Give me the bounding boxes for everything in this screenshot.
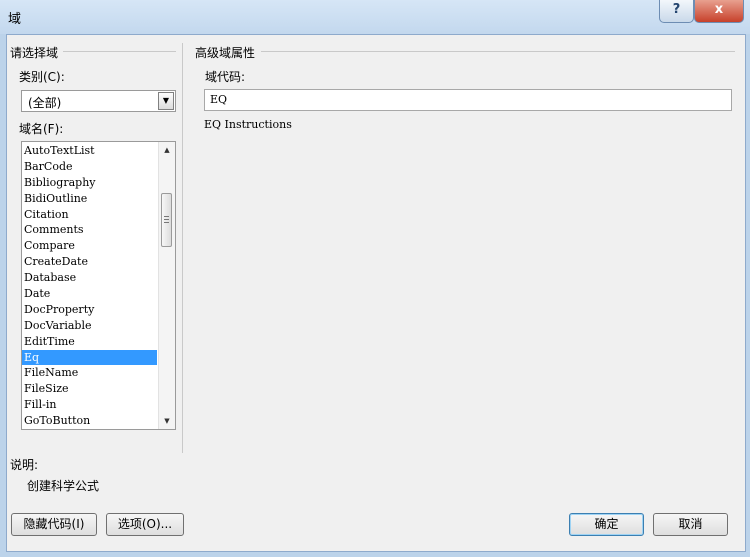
category-select[interactable]: (全部) ▼ bbox=[21, 90, 176, 112]
field-names-items: AutoTextList BarCode Bibliography BidiOutli… bbox=[22, 143, 157, 429]
options-button[interactable]: 选项(O)... bbox=[106, 513, 184, 536]
field-list-item[interactable]: CreateDate bbox=[22, 254, 157, 270]
field-list-item[interactable]: Citation bbox=[22, 207, 157, 223]
help-icon: ? bbox=[672, 2, 681, 17]
field-list-item[interactable]: Date bbox=[22, 286, 157, 302]
panel-divider bbox=[182, 43, 183, 453]
field-code-label: 域代码: bbox=[205, 70, 246, 84]
grip-line bbox=[164, 222, 169, 223]
field-list-item[interactable]: DocVariable bbox=[22, 318, 157, 334]
field-list-item[interactable]: EditTime bbox=[22, 334, 157, 350]
dialog-body: 请选择域 类别(C): (全部) ▼ 域名(F): AutoTextList Ba… bbox=[6, 34, 746, 552]
field-list-item[interactable]: BarCode bbox=[22, 159, 157, 175]
grip-line bbox=[164, 219, 169, 220]
title-bar: 域 ? x bbox=[0, 0, 750, 34]
close-button[interactable]: x bbox=[694, 0, 744, 23]
instructions-text: EQ Instructions bbox=[204, 118, 292, 131]
window-title: 域 bbox=[8, 12, 22, 27]
help-button[interactable]: ? bbox=[659, 0, 694, 23]
scroll-down-icon[interactable]: ▼ bbox=[159, 413, 175, 429]
field-list-item[interactable]: Database bbox=[22, 270, 157, 286]
field-list-item[interactable]: Eq bbox=[22, 349, 157, 366]
field-names-label: 域名(F): bbox=[19, 122, 64, 136]
field-list-scrollbar[interactable]: ▲ ▼ bbox=[158, 142, 175, 429]
right-group-line bbox=[261, 51, 735, 52]
cancel-button[interactable]: 取消 bbox=[653, 513, 728, 536]
scroll-up-icon[interactable]: ▲ bbox=[159, 142, 175, 158]
scroll-thumb[interactable] bbox=[161, 193, 172, 247]
category-dropdown-button[interactable]: ▼ bbox=[158, 92, 174, 110]
description-label: 说明: bbox=[10, 458, 39, 472]
field-code-input[interactable]: EQ bbox=[204, 89, 732, 111]
hide-codes-button[interactable]: 隐藏代码(I) bbox=[11, 513, 97, 536]
field-list-item[interactable]: DocProperty bbox=[22, 302, 157, 318]
description-text: 创建科学公式 bbox=[27, 479, 100, 493]
field-list-item[interactable]: BidiOutline bbox=[22, 191, 157, 207]
close-icon: x bbox=[714, 2, 724, 17]
left-group-title: 请选择域 bbox=[10, 46, 59, 60]
right-group-title: 高级域属性 bbox=[195, 46, 256, 60]
field-list-item[interactable]: FileSize bbox=[22, 381, 157, 397]
field-list-item[interactable]: Comments bbox=[22, 222, 157, 238]
category-value: (全部) bbox=[28, 96, 62, 110]
field-list-item[interactable]: FileName bbox=[22, 365, 157, 381]
field-names-list[interactable]: AutoTextList BarCode Bibliography BidiOutli… bbox=[21, 141, 176, 430]
field-list-item[interactable]: Compare bbox=[22, 238, 157, 254]
category-label: 类别(C): bbox=[19, 70, 65, 84]
field-list-item[interactable]: Fill-in bbox=[22, 397, 157, 413]
chevron-down-icon: ▼ bbox=[162, 96, 170, 105]
grip-line bbox=[164, 216, 169, 217]
field-list-item[interactable]: Bibliography bbox=[22, 175, 157, 191]
left-group-line bbox=[63, 51, 176, 52]
field-list-item[interactable]: AutoTextList bbox=[22, 143, 157, 159]
field-list-item[interactable]: GoToButton bbox=[22, 413, 157, 429]
ok-button[interactable]: 确定 bbox=[569, 513, 644, 536]
